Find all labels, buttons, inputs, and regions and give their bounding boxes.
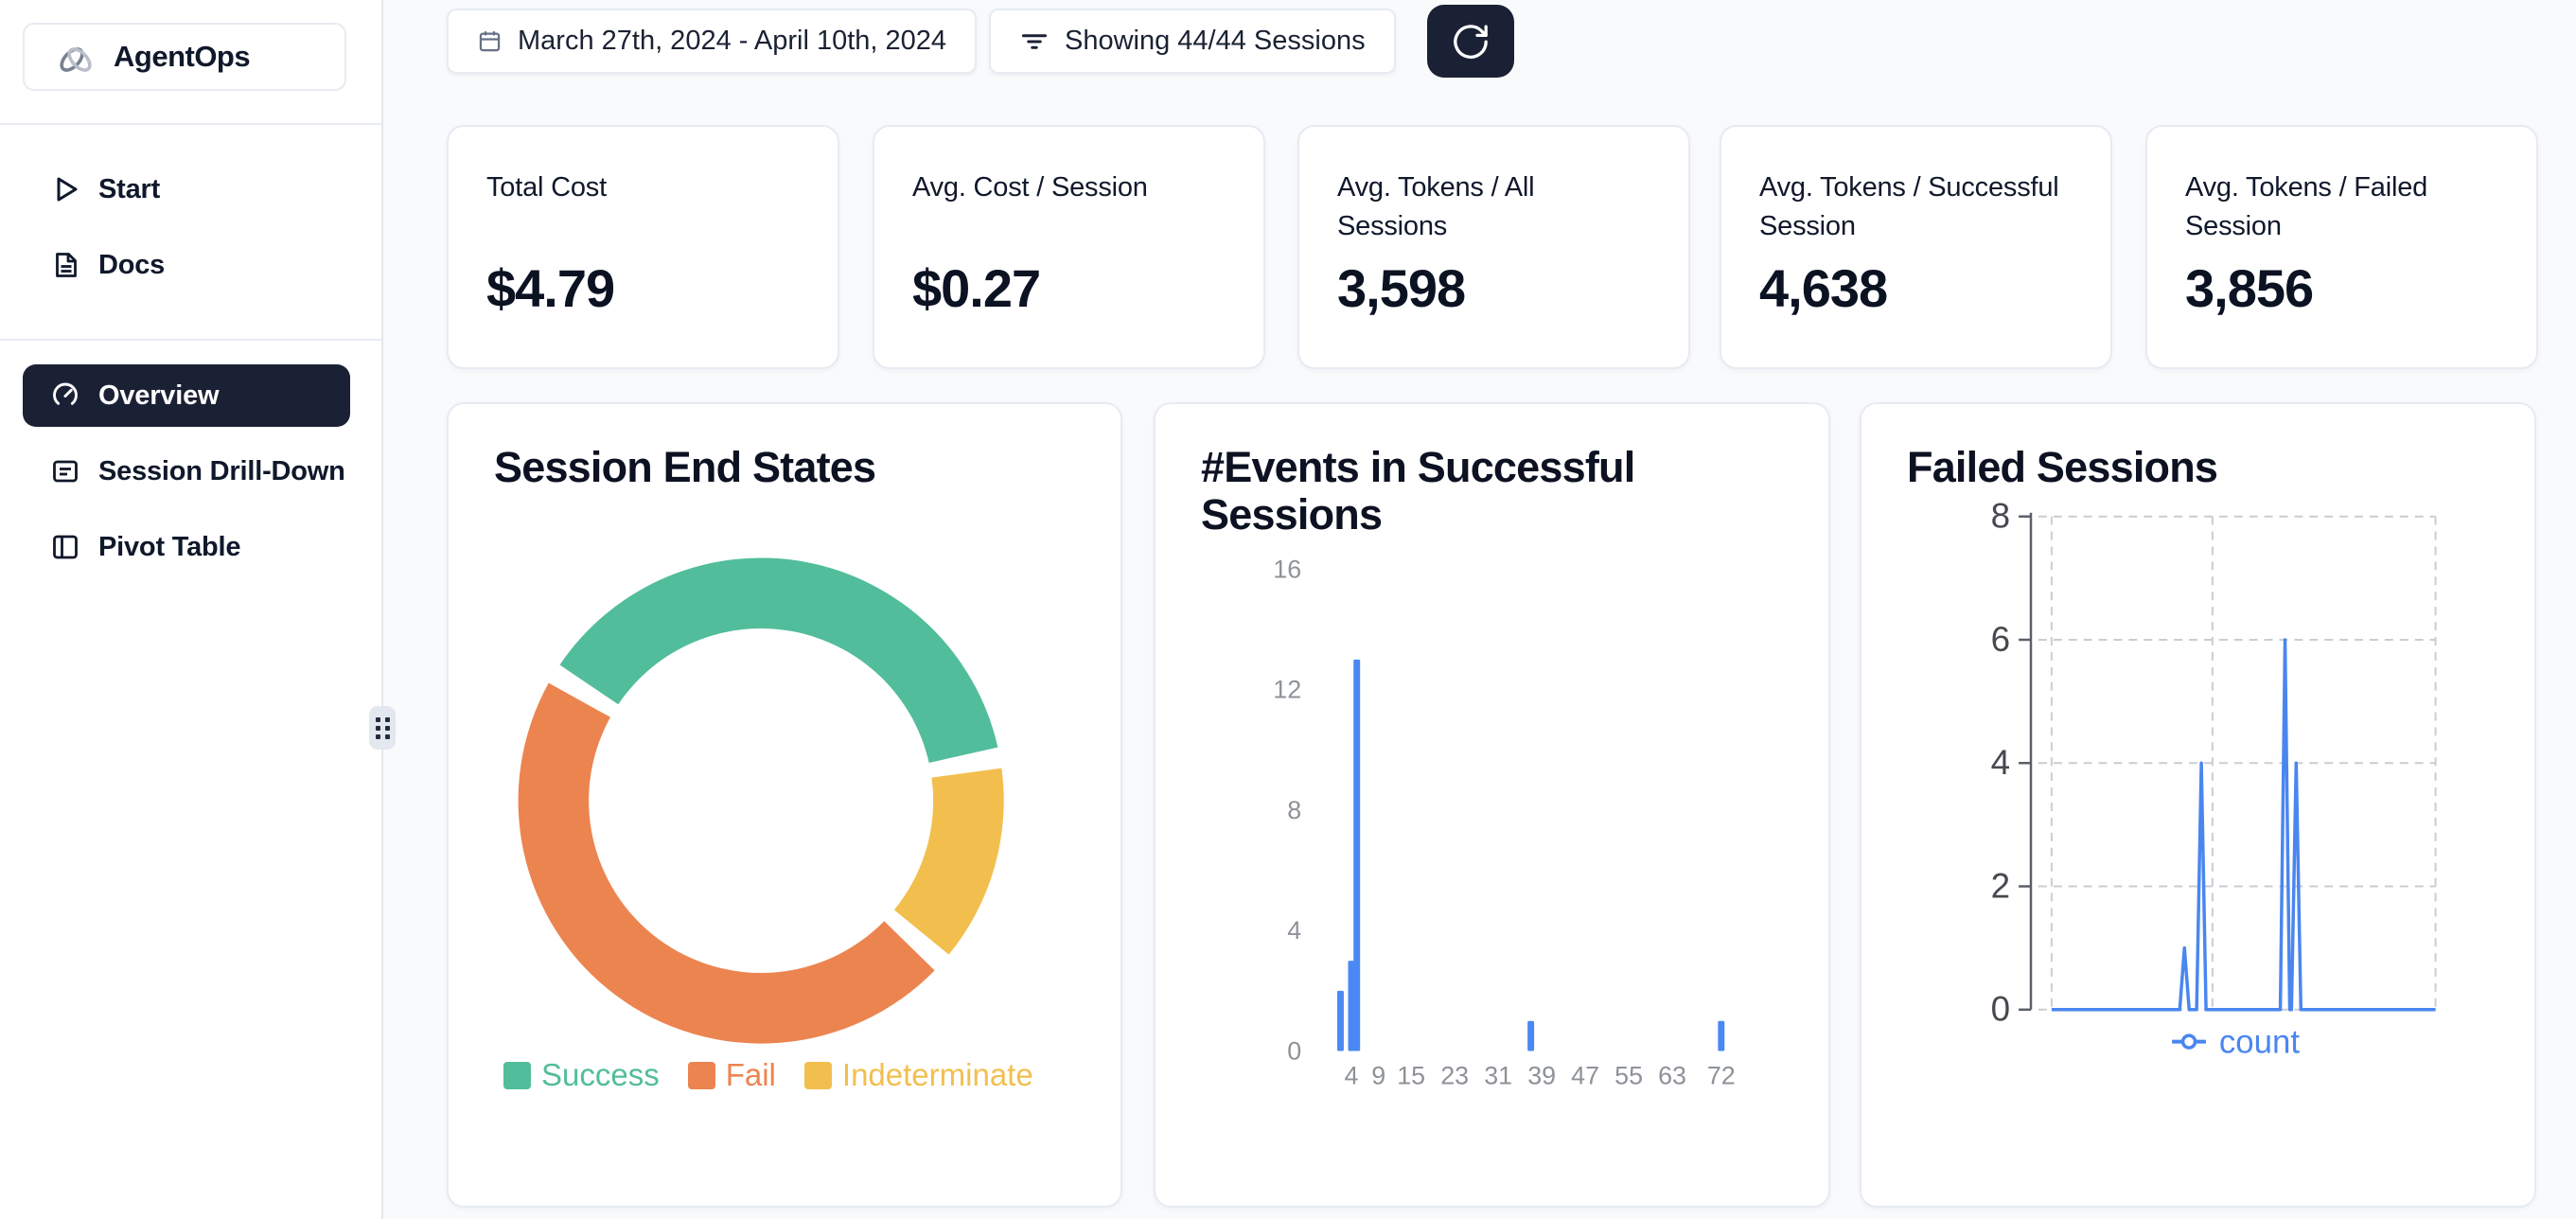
agentops-dashboard: AgentOps Start Docs bbox=[0, 0, 2576, 1219]
sidebar-resize-handle[interactable] bbox=[369, 706, 396, 750]
bar[interactable] bbox=[1353, 660, 1360, 1051]
brand-name: AgentOps bbox=[114, 40, 250, 74]
session-filter-text: Showing 44/44 Sessions bbox=[1065, 26, 1366, 57]
y-tick-label: 12 bbox=[1273, 676, 1301, 704]
stat-value: 3,598 bbox=[1337, 257, 1650, 319]
donut-slice-indeterminate[interactable] bbox=[894, 768, 1004, 955]
legend-label: Indeterminate bbox=[842, 1057, 1033, 1093]
sidebar-item-label: Pivot Table bbox=[98, 532, 240, 563]
sidebar-item-docs[interactable]: Docs bbox=[23, 238, 350, 292]
legend-item-indeterminate[interactable]: Indeterminate bbox=[804, 1057, 1033, 1093]
stat-value: 4,638 bbox=[1759, 257, 2073, 319]
legend-label: Fail bbox=[726, 1057, 776, 1093]
legend-item-success[interactable]: Success bbox=[503, 1057, 660, 1093]
paperclip-logo-icon bbox=[53, 34, 98, 80]
stat-card-total-cost: Total Cost $4.79 bbox=[447, 125, 839, 369]
y-tick-label: 0 bbox=[1991, 990, 2010, 1029]
legend-swatch bbox=[503, 1062, 531, 1089]
stat-card-avg-cost: Avg. Cost / Session $0.27 bbox=[873, 125, 1265, 369]
session-end-states-card: Session End States Success Fail Indeterm… bbox=[447, 402, 1122, 1208]
failed-sessions-card: Failed Sessions 02468count bbox=[1860, 402, 2536, 1208]
sidebar-item-start[interactable]: Start bbox=[23, 162, 350, 217]
x-tick-label: 4 bbox=[1344, 1061, 1358, 1089]
legend-swatch bbox=[804, 1062, 832, 1089]
list-box-icon bbox=[49, 455, 81, 487]
stat-value: 3,856 bbox=[2185, 257, 2498, 319]
stat-value: $0.27 bbox=[912, 257, 1226, 319]
y-tick-label: 16 bbox=[1273, 555, 1301, 583]
donut-slice-success[interactable] bbox=[559, 557, 997, 763]
stat-card-avg-tokens-failed: Avg. Tokens / Failed Session 3,856 bbox=[2145, 125, 2538, 369]
donut-legend: Success Fail Indeterminate bbox=[503, 1057, 1033, 1093]
bar[interactable] bbox=[1337, 991, 1344, 1051]
x-tick-label: 39 bbox=[1527, 1061, 1556, 1089]
x-tick-label: 15 bbox=[1397, 1061, 1425, 1089]
stat-label: Avg. Tokens / Failed Session bbox=[2185, 168, 2498, 248]
sidebar: AgentOps Start Docs bbox=[0, 0, 383, 1219]
document-icon bbox=[49, 249, 81, 281]
sidebar-divider bbox=[0, 123, 381, 125]
play-icon bbox=[49, 173, 81, 205]
refresh-button[interactable] bbox=[1427, 5, 1514, 78]
x-tick-label: 55 bbox=[1614, 1061, 1643, 1089]
y-tick-label: 8 bbox=[1287, 796, 1301, 824]
failed-sessions-line-chart: 0 2 4 6 8 count bbox=[1861, 404, 2534, 1206]
sidebar-item-session-drill-down[interactable]: Session Drill-Down bbox=[23, 444, 350, 499]
events-histogram-card: #Events in Successful Sessions 048121649… bbox=[1154, 402, 1830, 1208]
count-line bbox=[2052, 640, 2436, 1010]
legend-label: Success bbox=[541, 1057, 660, 1093]
sidebar-item-overview[interactable]: Overview bbox=[23, 364, 350, 427]
y-tick-label: 4 bbox=[1991, 743, 2010, 782]
y-tick-label: 8 bbox=[1991, 497, 2010, 536]
x-tick-label: 23 bbox=[1440, 1061, 1469, 1089]
gauge-icon bbox=[49, 380, 81, 412]
stat-value: $4.79 bbox=[486, 257, 800, 319]
legend-item-fail[interactable]: Fail bbox=[688, 1057, 776, 1093]
stat-label: Total Cost bbox=[486, 168, 800, 248]
bar[interactable] bbox=[1718, 1021, 1724, 1051]
sidebar-item-label: Docs bbox=[98, 250, 165, 281]
legend-swatch bbox=[688, 1062, 715, 1089]
stat-label: Avg. Tokens / All Sessions bbox=[1337, 168, 1650, 248]
sidebar-divider bbox=[0, 339, 381, 341]
date-range-text: March 27th, 2024 - April 10th, 2024 bbox=[518, 26, 946, 57]
y-tick-label: 2 bbox=[1991, 866, 2010, 905]
sidebar-item-pivot-table[interactable]: Pivot Table bbox=[23, 520, 350, 574]
stat-card-avg-tokens-all: Avg. Tokens / All Sessions 3,598 bbox=[1297, 125, 1690, 369]
x-tick-label: 47 bbox=[1571, 1061, 1599, 1089]
x-tick-label: 63 bbox=[1658, 1061, 1686, 1089]
stat-card-avg-tokens-successful: Avg. Tokens / Successful Session 4,638 bbox=[1720, 125, 2112, 369]
stat-label: Avg. Tokens / Successful Session bbox=[1759, 168, 2073, 248]
x-tick-label: 31 bbox=[1484, 1061, 1512, 1089]
y-tick-label: 6 bbox=[1991, 620, 2010, 659]
filter-icon bbox=[1019, 26, 1050, 57]
sidebar-item-label: Session Drill-Down bbox=[98, 456, 345, 487]
legend-label-count[interactable]: count bbox=[2219, 1024, 2300, 1061]
stat-label: Avg. Cost / Session bbox=[912, 168, 1226, 248]
sidebar-item-label: Start bbox=[98, 174, 160, 205]
sidebar-item-label: Overview bbox=[98, 380, 219, 412]
y-tick-label: 0 bbox=[1287, 1036, 1301, 1065]
bar[interactable] bbox=[1527, 1021, 1534, 1051]
donut-slice-fail[interactable] bbox=[519, 683, 935, 1044]
refresh-icon bbox=[1450, 21, 1491, 62]
y-tick-label: 4 bbox=[1287, 916, 1301, 945]
events-bar-chart: 0481216491523313947556372 bbox=[1156, 404, 1828, 1206]
date-range-picker[interactable]: March 27th, 2024 - April 10th, 2024 bbox=[447, 9, 977, 74]
brand-logo-button[interactable]: AgentOps bbox=[23, 23, 346, 91]
calendar-icon bbox=[477, 28, 503, 54]
x-tick-label: 72 bbox=[1707, 1061, 1736, 1089]
x-tick-label: 9 bbox=[1371, 1061, 1385, 1089]
legend-marker-dot bbox=[2183, 1035, 2196, 1048]
split-panel-icon bbox=[49, 531, 81, 563]
session-filter-button[interactable]: Showing 44/44 Sessions bbox=[989, 9, 1396, 74]
